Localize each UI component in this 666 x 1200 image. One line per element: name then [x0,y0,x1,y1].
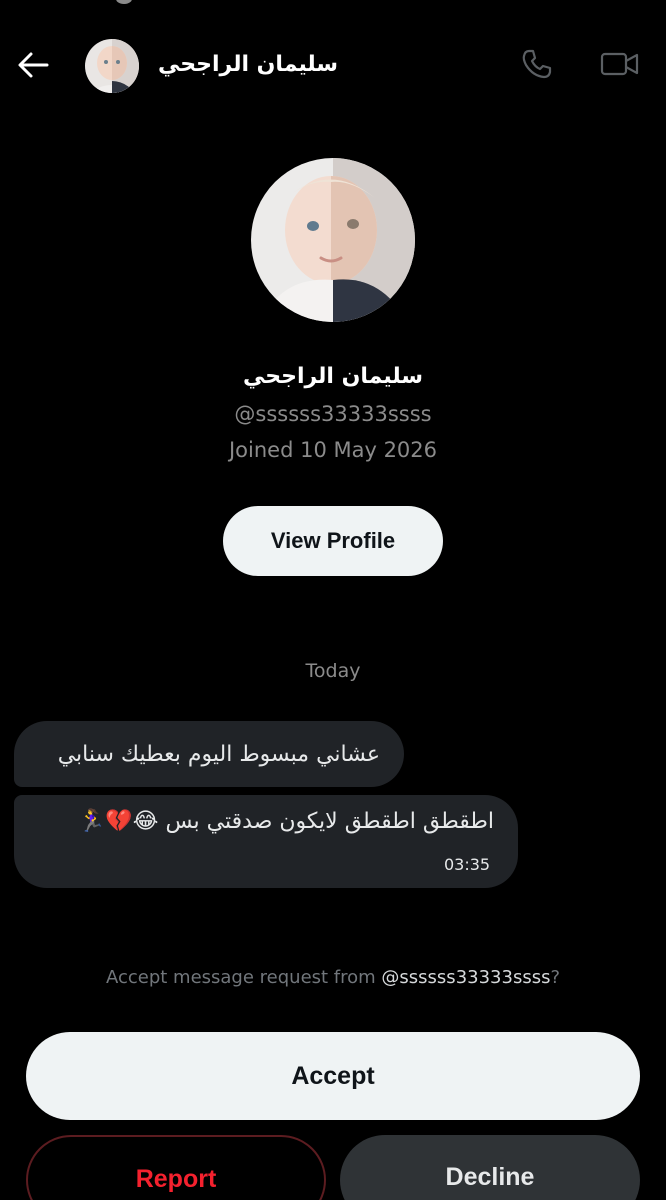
message-bubble[interactable]: اطقطق اطقطق لايكون صدقتي بس 😂💔🏃‍♀️ 03:35 [14,795,518,888]
call-button[interactable] [517,46,557,86]
message-text: اطقطق اطقطق لايكون صدقتي بس 😂💔🏃‍♀️ [78,809,494,834]
video-camera-icon [600,50,640,82]
request-prefix: Accept message request from [105,967,382,988]
request-handle: @ssssss33333ssss [381,967,551,988]
message-text: عشاني مبسوط اليوم بعطيك سنابي [57,741,380,767]
view-profile-button[interactable]: View Profile [223,506,443,576]
status-bar-indicator [116,0,132,4]
date-separator: Today [305,660,361,682]
message-bubble[interactable]: عشاني مبسوط اليوم بعطيك سنابي [14,721,404,787]
message-request-prompt: Accept message request from @ssssss33333… [0,967,666,988]
report-button[interactable]: Report [26,1135,326,1200]
profile-avatar[interactable] [251,158,415,322]
avatar[interactable] [85,39,139,93]
decline-button[interactable]: Decline [340,1135,640,1200]
profile-display-name: سليمان الراجحي [242,364,424,389]
video-call-button[interactable] [598,46,642,86]
accept-button[interactable]: Accept [26,1032,640,1120]
dm-conversation-screen: سليمان الراجحي سليمان الراجحي @ssssss333… [0,0,666,1200]
phone-icon [521,48,553,84]
profile-handle: @ssssss33333ssss [234,402,432,426]
profile-joined-date: Joined 10 May 2026 [228,438,438,462]
header-contact-name[interactable]: سليمان الراجحي [158,52,338,77]
back-button[interactable] [12,46,54,88]
arrow-left-icon [17,51,49,83]
conversation-header: سليمان الراجحي [0,30,666,102]
request-suffix: ? [550,967,561,988]
message-timestamp: 03:35 [444,855,491,874]
